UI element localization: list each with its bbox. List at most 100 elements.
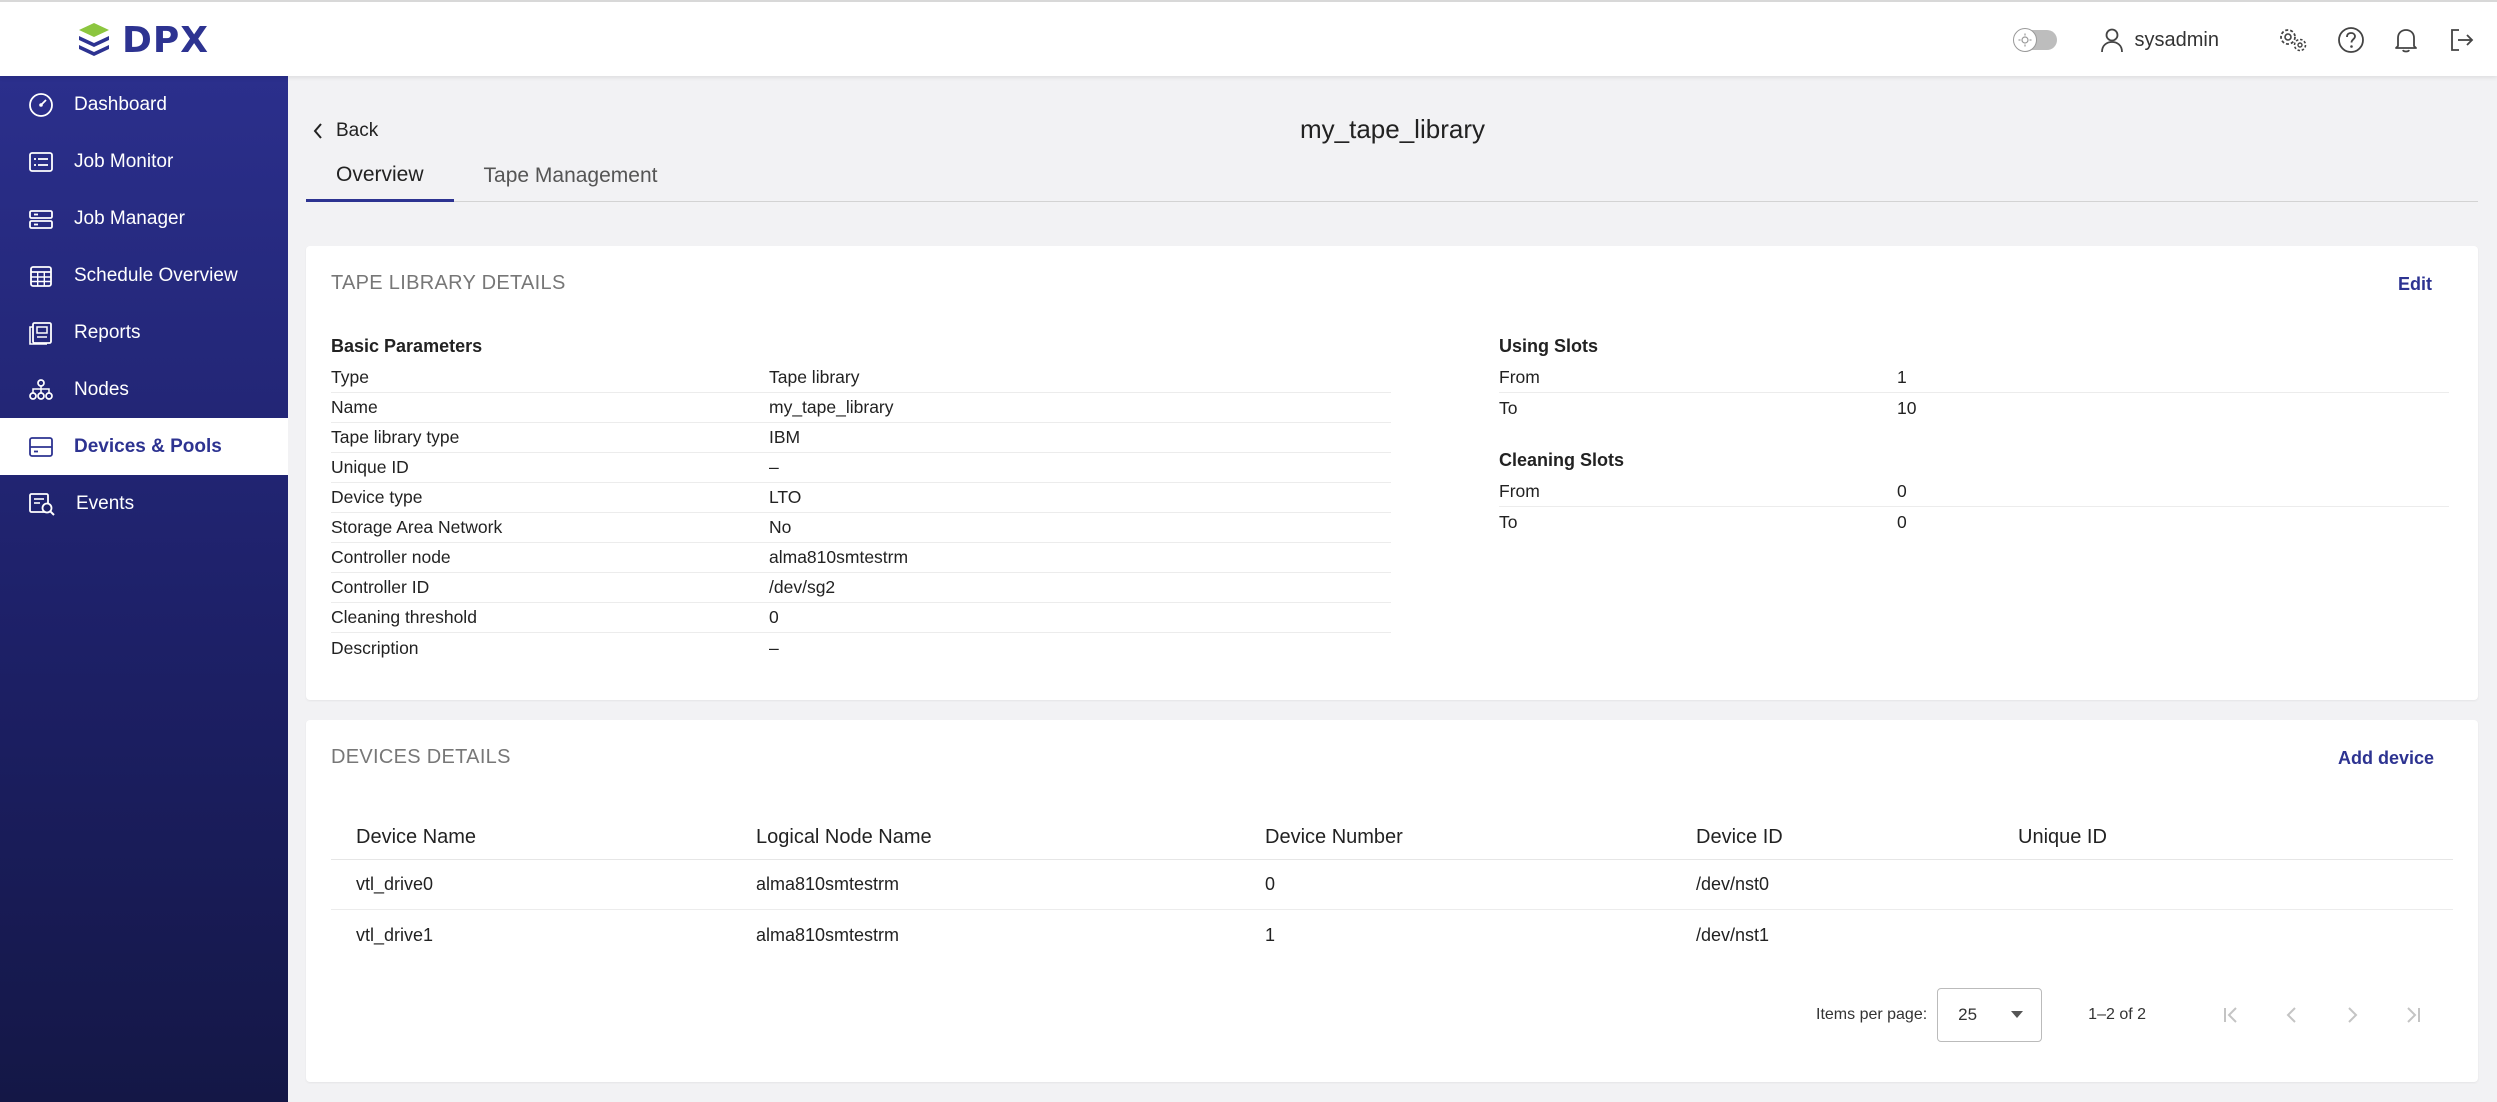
kv-row: Tape library type IBM xyxy=(331,423,1391,453)
kv-value: No xyxy=(769,517,792,537)
column-header-logical-node-name[interactable]: Logical Node Name xyxy=(731,826,1240,849)
notifications-button[interactable] xyxy=(2393,26,2419,54)
kv-row: Unique ID – xyxy=(331,453,1391,483)
kv-row: Cleaning threshold 0 xyxy=(331,603,1391,633)
sidebar-item-reports[interactable]: Reports xyxy=(0,304,288,361)
kv-key: From xyxy=(1499,481,1540,501)
kv-value: 0 xyxy=(1897,511,1907,532)
kv-value: 1 xyxy=(1897,367,1907,387)
using-slots-heading: Using Slots xyxy=(1499,336,1599,356)
kv-value: /dev/sg2 xyxy=(769,577,836,597)
kv-value: alma810smtestrm xyxy=(769,547,909,567)
kv-value: my_tape_library xyxy=(769,397,894,417)
kv-key: To xyxy=(1499,397,1518,418)
sidebar-item-label: Schedule Overview xyxy=(74,264,238,286)
devices-table: Device Name Logical Node Name Device Num… xyxy=(331,816,2453,960)
theme-toggle[interactable] xyxy=(2012,28,2057,52)
basic-parameters-heading: Basic Parameters xyxy=(331,336,483,356)
sidebar-item-job-monitor[interactable]: Job Monitor xyxy=(0,133,288,190)
sidebar-item-dashboard[interactable]: Dashboard xyxy=(0,76,288,133)
settings-button[interactable] xyxy=(2277,26,2309,54)
table-cell: alma810smtestrm xyxy=(756,874,900,894)
kv-value: 10 xyxy=(1897,397,1917,418)
page-range: 1–2 of 2 xyxy=(2088,1006,2146,1023)
tab-overview[interactable]: Overview xyxy=(306,150,454,202)
kv-row: From 0 xyxy=(1499,477,2449,507)
job-monitor-icon xyxy=(29,151,53,172)
chevron-right-icon xyxy=(2348,1007,2358,1023)
column-header-device-name[interactable]: Device Name xyxy=(331,826,731,849)
kv-value: – xyxy=(769,457,779,477)
column-header-device-id[interactable]: Device ID xyxy=(1671,826,1993,849)
cleaning-slots-heading: Cleaning Slots xyxy=(1499,450,1625,470)
help-icon xyxy=(2338,27,2364,53)
sidebar-item-job-manager[interactable]: Job Manager xyxy=(0,190,288,247)
first-page-button[interactable] xyxy=(2202,988,2262,1042)
add-device-button[interactable]: Add device xyxy=(2338,748,2434,769)
kv-key: From xyxy=(1499,367,1540,387)
events-icon xyxy=(29,492,55,516)
sidebar-item-label: Nodes xyxy=(74,378,129,400)
kv-value: 0 xyxy=(1897,481,1907,501)
kv-row: Type Tape library xyxy=(331,363,1391,393)
column-header-device-number[interactable]: Device Number xyxy=(1240,826,1671,849)
user-icon xyxy=(2100,28,2123,53)
logo-layers-icon xyxy=(79,23,109,56)
logout-icon xyxy=(2451,29,2474,51)
first-page-icon xyxy=(2224,1007,2237,1023)
table-cell: /dev/nst0 xyxy=(1696,874,1770,894)
table-cell: vtl_drive0 xyxy=(356,874,434,894)
sidebar-item-events[interactable]: Events xyxy=(0,475,288,532)
card-title: TAPE LIBRARY DETAILS xyxy=(331,272,566,294)
kv-key: Type xyxy=(331,367,369,387)
kv-row: Storage Area Network No xyxy=(331,513,1391,543)
table-cell: /dev/nst1 xyxy=(1696,924,1770,945)
last-page-button[interactable] xyxy=(2382,988,2442,1042)
user-menu[interactable]: sysadmin xyxy=(2099,27,2219,53)
kv-value: IBM xyxy=(769,427,801,447)
items-per-page-select[interactable]: 25 xyxy=(1937,988,2043,1042)
kv-key: Tape library type xyxy=(331,427,460,447)
table-cell: 1 xyxy=(1265,924,1276,945)
cleaning-slots-list: From 0 To 0 xyxy=(1499,477,2449,537)
kv-key: Unique ID xyxy=(331,457,409,477)
bell-icon xyxy=(2395,29,2417,53)
kv-value: LTO xyxy=(769,487,802,507)
table-row[interactable]: vtl_drive0 alma810smtestrm 0 /dev/nst0 xyxy=(331,860,2453,910)
kv-key: Storage Area Network xyxy=(331,517,503,537)
job-manager-icon xyxy=(29,209,53,229)
kv-key: Controller node xyxy=(331,547,451,567)
logout-button[interactable] xyxy=(2447,26,2475,54)
nodes-icon xyxy=(29,378,53,400)
sidebar-item-devices-pools[interactable]: Devices & Pools xyxy=(0,418,288,475)
kv-row: To 0 xyxy=(1499,507,2449,537)
kv-key: Description xyxy=(331,637,419,658)
top-bar: DPX sysadmin xyxy=(0,0,2497,76)
sidebar-item-schedule-overview[interactable]: Schedule Overview xyxy=(0,247,288,304)
table-row[interactable]: vtl_drive1 alma810smtestrm 1 /dev/nst1 xyxy=(331,910,2453,960)
sidebar-item-label: Dashboard xyxy=(74,93,167,115)
app-logo[interactable]: DPX xyxy=(74,19,210,61)
paginator: Items per page: 25 1–2 of 2 xyxy=(1816,988,2442,1042)
reports-icon xyxy=(29,321,52,345)
top-actions: sysadmin xyxy=(2012,20,2475,60)
help-button[interactable] xyxy=(2337,26,2365,54)
column-header-unique-id[interactable]: Unique ID xyxy=(1993,826,2453,849)
tab-bar: Overview Tape Management xyxy=(306,163,2478,202)
previous-page-button[interactable] xyxy=(2262,988,2322,1042)
kv-row: Description – xyxy=(331,633,1391,663)
logo-text: DPX xyxy=(122,19,210,61)
next-page-button[interactable] xyxy=(2322,988,2382,1042)
tab-tape-management[interactable]: Tape Management xyxy=(454,150,688,202)
sidebar-item-label: Events xyxy=(76,492,135,514)
last-page-icon xyxy=(2407,1007,2420,1023)
kv-row: From 1 xyxy=(1499,363,2449,393)
kv-value: 0 xyxy=(769,607,779,627)
kv-key: Name xyxy=(331,397,378,417)
kv-row: Controller ID/dev/sg2 xyxy=(331,573,1391,603)
edit-button[interactable]: Edit xyxy=(2398,274,2432,295)
sidebar-item-label: Reports xyxy=(74,321,141,343)
sidebar-item-nodes[interactable]: Nodes xyxy=(0,361,288,418)
tape-library-details-card: TAPE LIBRARY DETAILS Edit Basic Paramete… xyxy=(306,246,2478,700)
devices-details-card: DEVICES DETAILS Add device Device Name L… xyxy=(306,720,2478,1082)
